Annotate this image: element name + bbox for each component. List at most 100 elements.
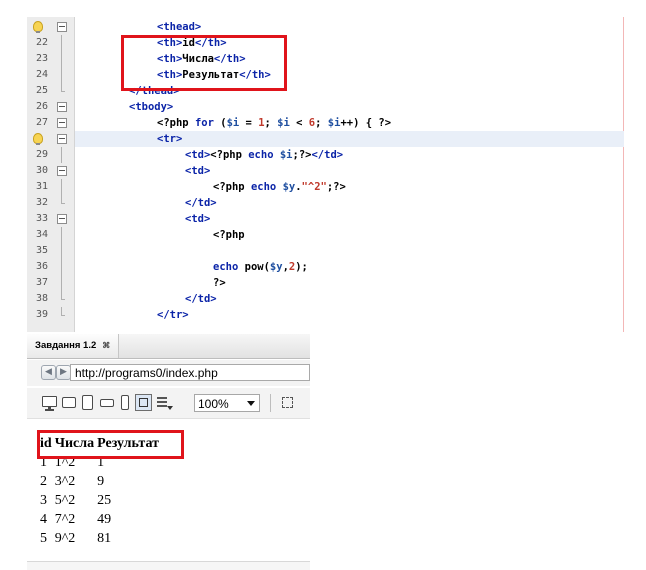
fit-to-window-icon[interactable]: [135, 394, 152, 411]
line-number: 35: [35, 245, 48, 256]
code-line[interactable]: 22 <th>id</th>: [27, 35, 624, 51]
fold-toggle-icon[interactable]: [57, 214, 67, 224]
inspect-icon[interactable]: [282, 397, 293, 408]
table-header-highlight: [37, 430, 184, 459]
table-cell: 25: [97, 493, 112, 508]
line-number: 24: [35, 69, 48, 80]
fold-toggle-icon[interactable]: [57, 102, 67, 112]
tab-preview[interactable]: Завдання 1.2 ⌘: [27, 334, 120, 358]
back-button[interactable]: ◀: [41, 365, 56, 380]
code-token: for: [194, 117, 214, 129]
hint-bulb-icon[interactable]: [33, 133, 43, 145]
line-number: 38: [35, 293, 48, 304]
code-token: <td>: [185, 213, 211, 225]
fold-guide: [61, 179, 62, 195]
code-token: $y: [269, 261, 283, 273]
toolbar-divider: [270, 394, 271, 412]
code-line[interactable]: 27 <?php for ($i = 1; $i < 6; $i++) { ?>: [27, 115, 624, 131]
line-number: 33: [35, 213, 48, 224]
code-line[interactable]: 35: [27, 243, 624, 259]
code-line[interactable]: 23 <th>Числа</th>: [27, 51, 624, 67]
code-line[interactable]: 29 <td><?php echo $i;?></td>: [27, 147, 624, 163]
code-token: <tbody>: [129, 101, 174, 113]
fold-guide: [61, 147, 62, 163]
zoom-select[interactable]: 100%: [194, 394, 260, 412]
code-text: <thead>: [157, 19, 201, 35]
code-token: );: [295, 261, 308, 273]
fold-toggle-icon[interactable]: [57, 166, 67, 176]
fold-guide: [61, 291, 62, 299]
fold-guide: [61, 51, 62, 67]
phone-icon[interactable]: [121, 395, 129, 410]
line-number: 30: [35, 165, 48, 176]
code-text: <?php for ($i = 1; $i < 6; $i++) { ?>: [157, 115, 391, 131]
code-text: </td>: [185, 291, 217, 307]
code-line[interactable]: 26 <tbody>: [27, 99, 624, 115]
line-number: 23: [35, 53, 48, 64]
code-text: <tr>: [157, 131, 182, 147]
code-token: <?php: [213, 181, 251, 193]
code-token: <td>: [185, 149, 211, 161]
url-input[interactable]: http://programs0/index.php: [70, 364, 310, 381]
code-line[interactable]: 32 </td>: [27, 195, 624, 211]
table-cell: 49: [97, 512, 112, 527]
line-number: 25: [35, 85, 48, 96]
code-line[interactable]: 25 </thead>: [27, 83, 624, 99]
line-number: 37: [35, 277, 48, 288]
code-line[interactable]: 36 echo pow($y,2);: [27, 259, 624, 275]
table-row: 2 3^2 9: [40, 472, 162, 491]
code-token: ?>: [213, 277, 226, 289]
code-line[interactable]: 24 <th>Результат</th>: [27, 67, 624, 83]
chevron-down-icon: [247, 401, 255, 406]
fold-guide: [61, 67, 62, 83]
code-token: ++) { ?>: [340, 117, 392, 129]
code-token: <td>: [185, 165, 211, 177]
fold-guide: [61, 83, 62, 91]
code-token: $i: [327, 117, 341, 129]
code-editor[interactable]: <thead> 22 <th>id</th> 23 <th>Числа</th> 24 <t…: [27, 17, 624, 332]
desktop-icon[interactable]: [42, 396, 57, 411]
code-line[interactable]: <tr>: [33, 131, 624, 147]
options-menu-icon[interactable]: [157, 396, 173, 410]
code-line[interactable]: 37 ?>: [27, 275, 624, 291]
code-token: </td>: [311, 149, 344, 161]
browser-preview-panel: Завдання 1.2 ⌘ ◀ ▶ http://programs0/index…: [27, 334, 310, 569]
fold-toggle-icon[interactable]: [57, 134, 67, 144]
code-line[interactable]: 38 </td>: [27, 291, 624, 307]
laptop-icon[interactable]: [62, 397, 76, 408]
tablet-icon[interactable]: [82, 395, 93, 410]
device-toolbar: 100%: [27, 388, 310, 419]
code-token: ;?>: [292, 149, 312, 161]
fold-end-mark: [61, 299, 65, 300]
code-line[interactable]: 30 <td>: [27, 163, 624, 179]
table-row: 5 9^2 81: [40, 529, 162, 548]
fold-guide: [61, 195, 62, 203]
table-cell: 5^2: [54, 493, 76, 508]
header-cells-highlight: [121, 35, 287, 91]
code-token: <: [289, 117, 309, 129]
table-cell: 3: [40, 493, 47, 508]
code-token: <?php: [213, 229, 245, 241]
fold-toggle-icon[interactable]: [57, 118, 67, 128]
code-text: <?php: [213, 227, 245, 243]
code-line[interactable]: 39 </tr>: [27, 307, 624, 323]
code-line[interactable]: <thead>: [27, 19, 624, 35]
arrow-left-icon: ◀: [45, 367, 52, 377]
code-token: <?php: [210, 149, 249, 161]
code-token: ;: [315, 117, 328, 129]
tablet-landscape-icon[interactable]: [100, 399, 114, 407]
fold-toggle-icon[interactable]: [57, 22, 67, 32]
code-token: "^2": [301, 181, 327, 193]
close-icon[interactable]: ⌘: [102, 341, 110, 350]
code-text: ?>: [213, 275, 226, 291]
code-line[interactable]: 33 <td>: [27, 211, 624, 227]
code-line[interactable]: 31 <?php echo $y."^2";?>: [27, 179, 624, 195]
tab-label: Завдання 1.2: [35, 340, 97, 351]
hint-bulb-icon[interactable]: [33, 21, 43, 33]
line-number: 32: [35, 197, 48, 208]
table-cell: 9^2: [54, 531, 76, 546]
code-line[interactable]: 34 <?php: [27, 227, 624, 243]
forward-button[interactable]: ▶: [56, 365, 71, 380]
table-row: 3 5^2 25: [40, 491, 162, 510]
code-token: $i: [277, 117, 290, 129]
